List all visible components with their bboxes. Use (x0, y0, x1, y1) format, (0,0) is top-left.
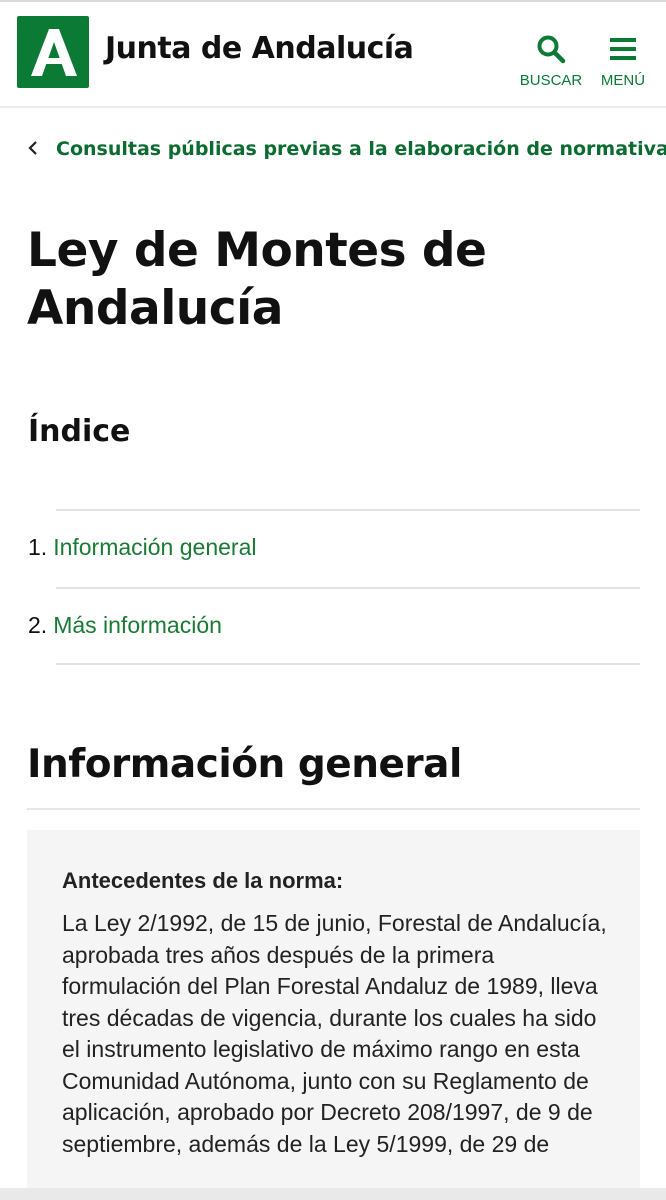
index-link-mas-informacion[interactable]: Más información (53, 612, 222, 638)
index-divider (56, 509, 640, 511)
index-item-informacion-general: 1. Información general (28, 534, 256, 561)
index-item-mas-informacion: 2. Más información (28, 612, 222, 639)
antecedentes-card: Antecedentes de la norma: La Ley 2/1992,… (27, 830, 640, 1200)
site-header: Junta de Andalucía BUSCAR MENÚ (0, 2, 666, 108)
index-item-number: 2. (28, 612, 48, 638)
index-divider (56, 663, 640, 665)
menu-button[interactable]: MENÚ (588, 34, 658, 89)
index-item-number: 1. (28, 534, 48, 560)
search-label: BUSCAR (519, 72, 583, 89)
section-divider (27, 808, 640, 810)
card-text: La Ley 2/1992, de 15 de junio, Forestal … (62, 910, 607, 1157)
breadcrumb-label: Consultas públicas previas a la elaborac… (56, 138, 666, 160)
index-link-informacion-general[interactable]: Información general (53, 534, 256, 560)
bottom-bar (0, 1188, 666, 1200)
search-button[interactable]: BUSCAR (516, 34, 586, 89)
index-title: Índice (28, 414, 131, 449)
index-divider (56, 587, 640, 589)
chevron-left-icon (28, 138, 38, 160)
page-title: Ley de Montes de Andalucía (27, 223, 487, 336)
search-icon (537, 35, 566, 64)
andalucia-logo-icon[interactable] (17, 16, 89, 88)
breadcrumb-back-link[interactable]: Consultas públicas previas a la elaborac… (28, 138, 666, 160)
section-title: Información general (27, 742, 462, 787)
menu-label: MENÚ (600, 72, 646, 89)
card-title: Antecedentes de la norma: (62, 868, 344, 893)
hamburger-icon (610, 38, 636, 60)
site-brand[interactable]: Junta de Andalucía (105, 31, 414, 66)
